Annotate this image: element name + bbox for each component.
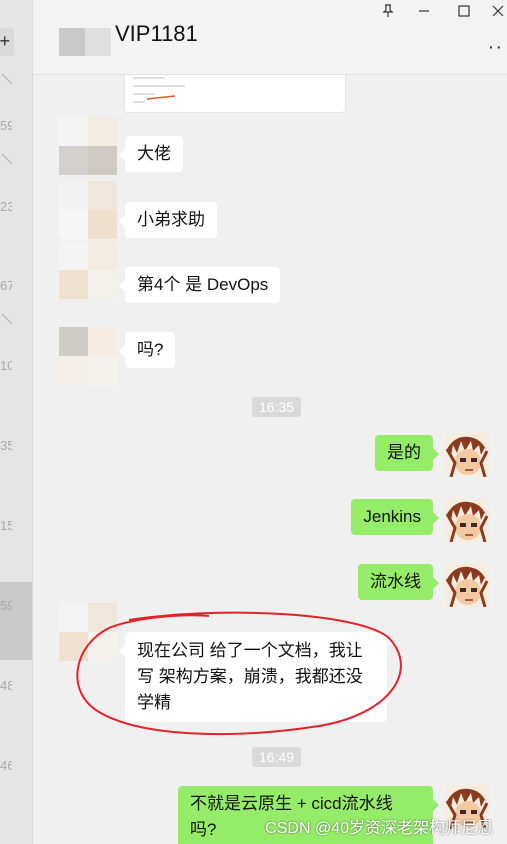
watermark: CSDN @40岁资深老架构师尼恩 xyxy=(265,820,493,837)
unread-count: 35 xyxy=(0,438,12,453)
chat-header: VIP1181 ·· xyxy=(33,0,507,75)
conversation-list-strip[interactable]: + 59 23 67 10 35 15 59 48 46 xyxy=(0,0,33,844)
message-bubble[interactable]: 是的 xyxy=(375,435,439,471)
close-icon[interactable] xyxy=(491,4,505,21)
unread-count: 59 xyxy=(0,598,12,613)
unread-count: 10 xyxy=(0,358,12,373)
pin-icon[interactable] xyxy=(381,4,395,21)
message-bubble[interactable]: 吗? xyxy=(118,332,176,368)
contact-avatar[interactable] xyxy=(59,28,111,56)
chat-title: VIP1181 xyxy=(115,21,198,46)
mute-icon xyxy=(0,312,14,326)
sender-avatar[interactable] xyxy=(59,327,117,385)
unread-count: 59 xyxy=(0,118,12,133)
highlight-annotation xyxy=(76,611,402,736)
sender-avatar[interactable] xyxy=(59,181,117,239)
more-icon[interactable]: ·· xyxy=(488,36,503,59)
mute-icon xyxy=(0,152,14,166)
selected-conversation[interactable] xyxy=(0,582,32,660)
minimize-icon[interactable] xyxy=(417,4,431,21)
my-avatar[interactable] xyxy=(445,433,489,478)
timestamp: 16:35 xyxy=(252,397,302,417)
timestamp: 16:49 xyxy=(252,747,302,767)
sender-avatar[interactable] xyxy=(59,241,117,299)
sender-avatar[interactable] xyxy=(59,117,117,175)
add-icon[interactable]: + xyxy=(0,28,14,56)
unread-count: 46 xyxy=(0,758,12,773)
unread-count: 67 xyxy=(0,278,12,293)
message-bubble[interactable]: 小弟求助 xyxy=(119,202,217,238)
chat-history[interactable]: 大佬 小弟求助 第4个 是 DevOps 吗? 16:35 是的 Jenkins… xyxy=(33,75,507,844)
mute-icon xyxy=(0,72,14,86)
message-bubble[interactable]: 流水线 xyxy=(358,564,439,600)
unread-count: 23 xyxy=(0,199,12,214)
message-bubble[interactable]: 第4个 是 DevOps xyxy=(118,267,281,303)
unread-count: 15 xyxy=(0,518,12,533)
unread-count: 48 xyxy=(0,678,12,693)
message-bubble[interactable]: Jenkins xyxy=(351,499,439,535)
my-avatar[interactable] xyxy=(445,498,489,543)
maximize-icon[interactable] xyxy=(457,4,471,21)
image-message[interactable] xyxy=(124,75,346,113)
message-bubble[interactable]: 大佬 xyxy=(119,136,183,172)
my-avatar[interactable] xyxy=(445,563,489,608)
